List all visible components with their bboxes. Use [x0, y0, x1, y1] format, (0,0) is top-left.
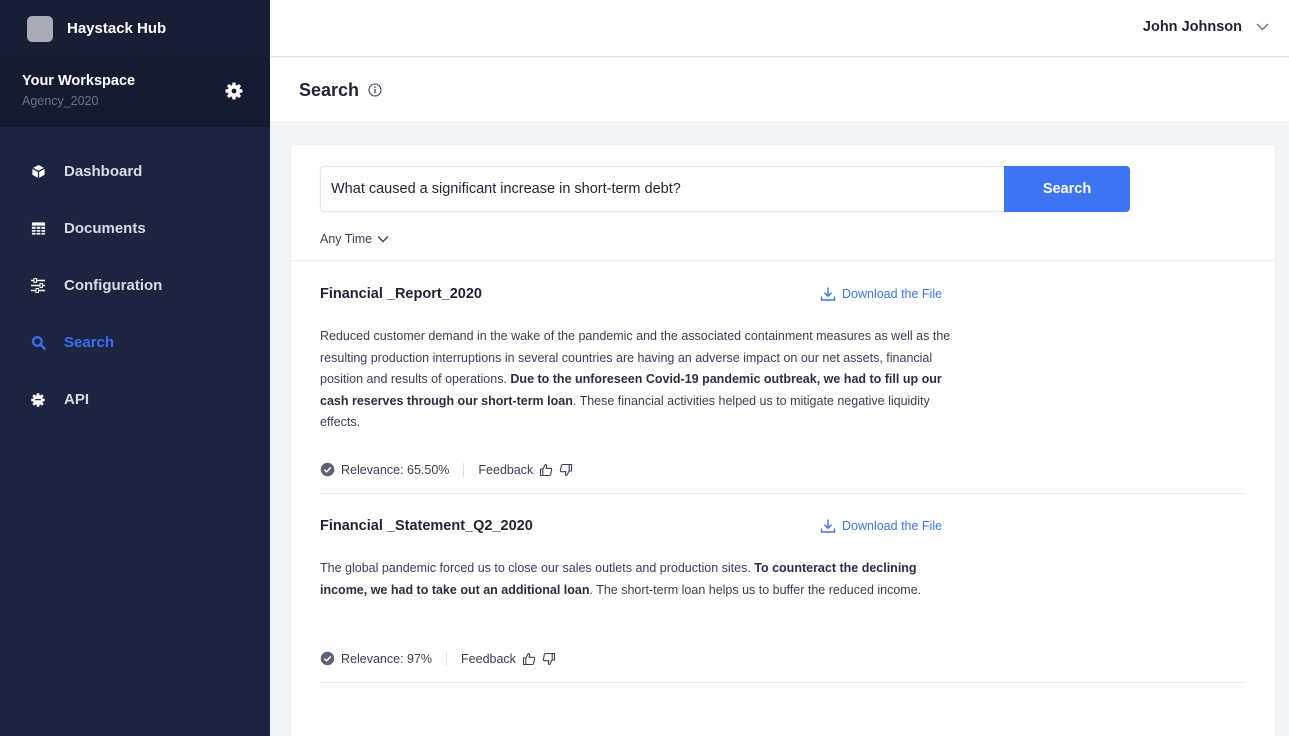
workspace-title: Your Workspace	[22, 73, 136, 89]
divider	[320, 493, 1246, 494]
time-filter-label: Any Time	[320, 232, 373, 246]
thumbs-up-icon[interactable]	[539, 463, 553, 477]
sidebar-item-api[interactable]: API	[0, 371, 270, 428]
download-link[interactable]: Download the File	[820, 518, 942, 534]
divider	[320, 682, 1246, 683]
sidebar-item-label: Documents	[64, 220, 146, 237]
search-icon	[30, 335, 46, 351]
separator	[463, 462, 465, 477]
gear-icon	[30, 392, 46, 408]
download-icon	[820, 287, 836, 301]
feedback-label: Feedback	[461, 651, 516, 666]
thumbs-down-icon[interactable]	[559, 463, 573, 477]
check-circle-icon	[320, 651, 335, 666]
sidebar-nav: Dashboard Documents Configuration Search…	[0, 127, 270, 428]
download-icon	[820, 519, 836, 533]
time-filter-dropdown[interactable]: Any Time	[320, 232, 389, 246]
snippet-text: The global pandemic forced us to close o…	[320, 561, 755, 575]
search-input[interactable]	[320, 166, 1004, 212]
download-label: Download the File	[842, 519, 943, 533]
sliders-icon	[30, 278, 46, 294]
search-card: Search Any Time Financial _Report_2020 D…	[291, 145, 1275, 736]
divider	[291, 260, 1275, 261]
page-title: Search	[299, 79, 360, 100]
snippet-text: . The short-term loan helps us to buffer…	[589, 582, 922, 597]
search-result: Financial _Statement_Q2_2020 Download th…	[320, 518, 1246, 688]
sidebar-item-search[interactable]: Search	[0, 314, 270, 371]
sidebar-item-label: Configuration	[64, 277, 163, 294]
user-name: John Johnson	[1142, 19, 1242, 35]
top-bar: John Johnson	[270, 0, 1289, 57]
separator	[446, 651, 448, 666]
download-label: Download the File	[842, 287, 943, 301]
brand[interactable]: Haystack Hub	[0, 0, 270, 57]
download-link[interactable]: Download the File	[820, 286, 942, 302]
feedback-label: Feedback	[478, 462, 534, 477]
relevance-score: Relevance: 65.50%	[341, 462, 450, 477]
brand-name: Haystack Hub	[67, 20, 167, 37]
thumbs-up-icon[interactable]	[522, 652, 536, 666]
relevance-score: Relevance: 97%	[341, 651, 433, 666]
result-snippet: The global pandemic forced us to close o…	[320, 558, 952, 601]
workspace-panel: Your Workspace Agency_2020	[0, 57, 270, 127]
gear-icon[interactable]	[224, 81, 244, 101]
user-menu[interactable]: John Johnson	[1143, 19, 1269, 35]
brand-logo	[27, 15, 53, 42]
search-button[interactable]: Search	[1004, 166, 1130, 212]
search-bar: Search	[320, 166, 1130, 212]
search-result: Financial _Report_2020 Download the File…	[320, 286, 1246, 498]
sidebar-item-documents[interactable]: Documents	[0, 200, 270, 257]
sidebar-item-label: API	[64, 391, 90, 408]
info-icon[interactable]	[368, 83, 382, 97]
sidebar-item-label: Dashboard	[64, 163, 143, 180]
chevron-down-icon	[377, 236, 389, 243]
sidebar-item-label: Search	[64, 334, 115, 351]
check-circle-icon	[320, 462, 335, 477]
result-meta: Relevance: 97% Feedback	[320, 651, 556, 666]
result-title[interactable]: Financial _Statement_Q2_2020	[320, 518, 533, 534]
table-icon	[30, 221, 46, 237]
sidebar: Haystack Hub Your Workspace Agency_2020	[0, 0, 270, 736]
workspace-subtitle: Agency_2020	[22, 94, 99, 108]
sidebar-item-dashboard[interactable]: Dashboard	[0, 143, 270, 200]
sidebar-item-configuration[interactable]: Configuration	[0, 257, 270, 314]
chevron-down-icon	[1256, 23, 1269, 31]
result-meta: Relevance: 65.50% Feedback	[320, 462, 573, 477]
result-snippet: Reduced customer demand in the wake of t…	[320, 326, 952, 434]
result-title[interactable]: Financial _Report_2020	[320, 286, 482, 302]
page-header: Search	[270, 58, 1289, 123]
cube-icon	[30, 164, 46, 180]
thumbs-down-icon[interactable]	[542, 652, 556, 666]
